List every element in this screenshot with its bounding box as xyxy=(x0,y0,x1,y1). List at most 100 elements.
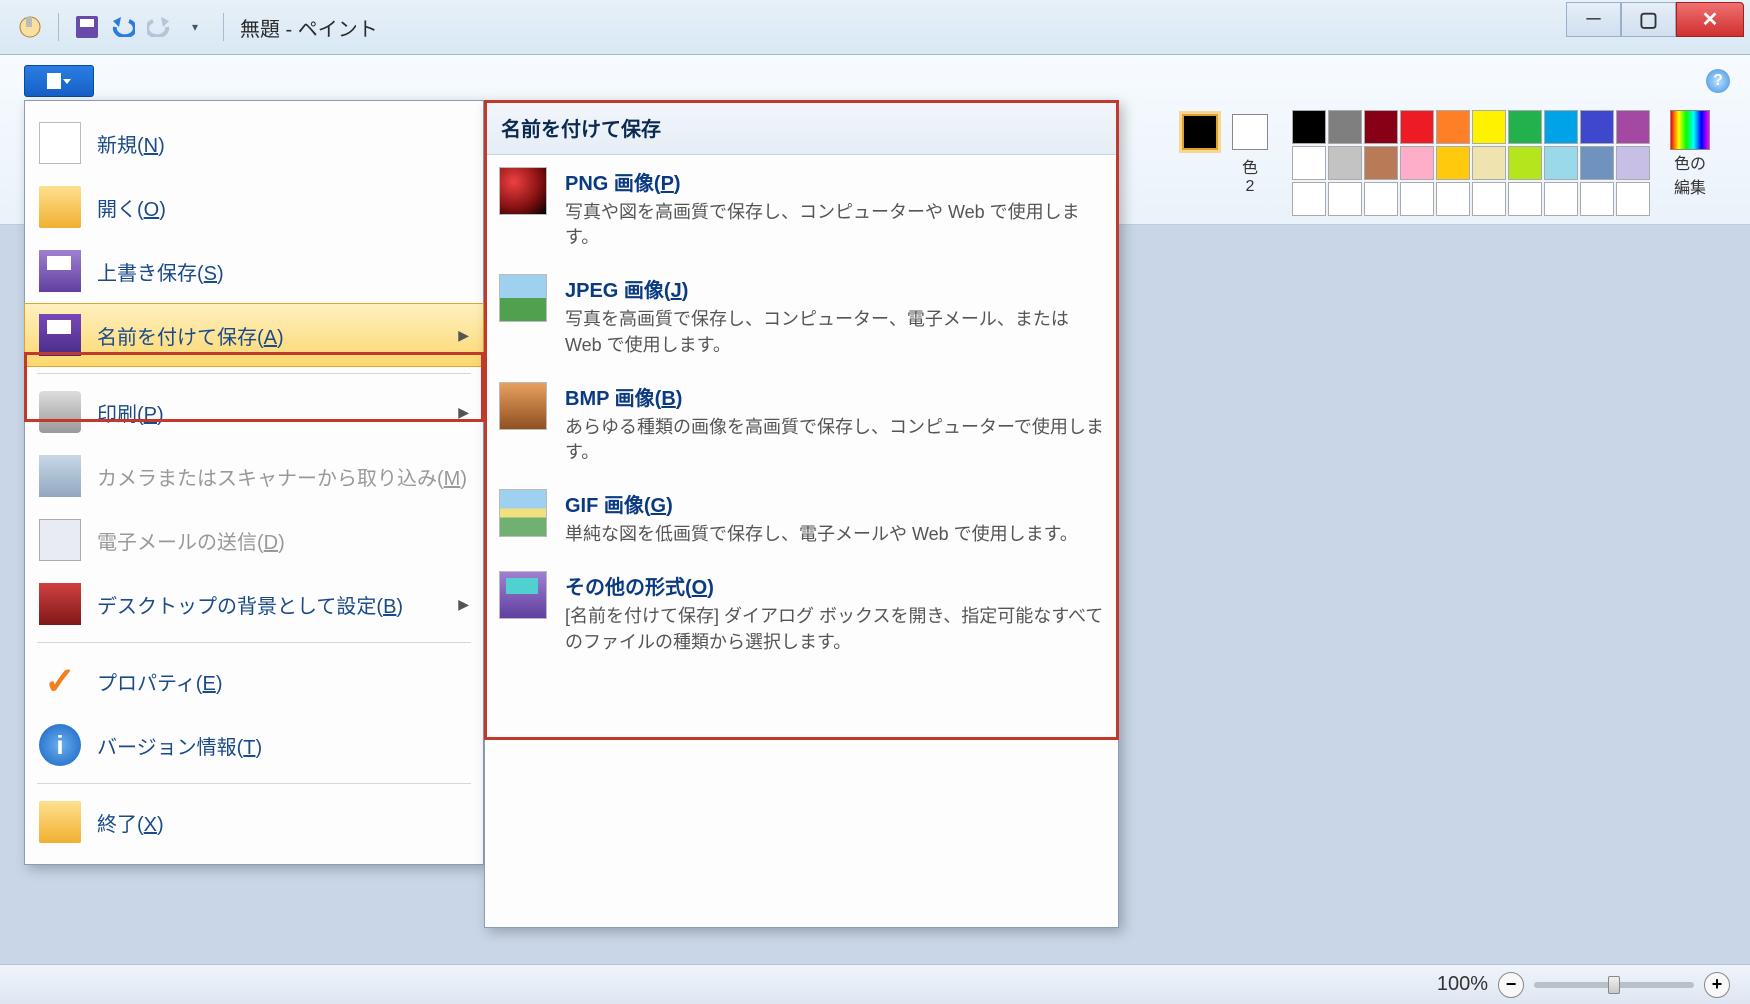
menu-from-scanner[interactable]: カメラまたはスキャナーから取り込み(M) xyxy=(25,444,483,508)
zoom-out-button[interactable]: − xyxy=(1498,972,1524,998)
palette-swatch[interactable] xyxy=(1436,110,1470,144)
printer-icon xyxy=(39,391,81,433)
window-title: 無題 - ペイント xyxy=(240,13,378,42)
menu-exit[interactable]: 終了(X) xyxy=(25,790,483,854)
save-as-bmp-title: BMP 画像(B) xyxy=(565,382,1104,411)
help-button[interactable]: ? xyxy=(1706,69,1730,93)
palette-swatch[interactable] xyxy=(1508,146,1542,180)
palette-swatch[interactable] xyxy=(1472,182,1506,216)
undo-icon[interactable] xyxy=(109,13,137,41)
palette-swatch[interactable] xyxy=(1400,110,1434,144)
palette-swatch[interactable] xyxy=(1616,110,1650,144)
palette-swatch[interactable] xyxy=(1400,182,1434,216)
palette-swatch[interactable] xyxy=(1436,146,1470,180)
zoom-level: 100% xyxy=(1437,973,1488,996)
palette-swatch[interactable] xyxy=(1364,146,1398,180)
menu-send-email[interactable]: 電子メールの送信(D) xyxy=(25,508,483,572)
menu-open[interactable]: 開く(O) xyxy=(25,175,483,239)
zoom-slider[interactable] xyxy=(1534,982,1694,988)
menu-separator xyxy=(37,783,471,784)
menu-separator xyxy=(37,642,471,643)
palette-swatch[interactable] xyxy=(1472,110,1506,144)
palette-swatch[interactable] xyxy=(1364,182,1398,216)
palette-swatch[interactable] xyxy=(1328,182,1362,216)
gif-icon xyxy=(499,489,547,537)
separator xyxy=(58,13,59,41)
menu-save[interactable]: 上書き保存(S) xyxy=(25,239,483,303)
palette-swatch[interactable] xyxy=(1292,110,1326,144)
palette-swatch[interactable] xyxy=(1544,146,1578,180)
app-icon xyxy=(16,13,44,41)
minimize-button[interactable]: ─ xyxy=(1566,2,1621,37)
zoom-in-button[interactable]: + xyxy=(1704,972,1730,998)
save-as-gif-desc: 単純な図を低画質で保存し、電子メールや Web で使用します。 xyxy=(565,522,1104,547)
gradient-icon xyxy=(1670,110,1710,150)
close-button[interactable]: ✕ xyxy=(1676,2,1744,37)
save-icon[interactable] xyxy=(73,13,101,41)
save-as-other-title: その他の形式(O) xyxy=(565,571,1104,600)
open-folder-icon xyxy=(39,186,81,228)
mail-icon xyxy=(39,519,81,561)
palette-swatch[interactable] xyxy=(1544,182,1578,216)
palette-swatch[interactable] xyxy=(1292,182,1326,216)
palette-swatch[interactable] xyxy=(1580,146,1614,180)
palette-swatch[interactable] xyxy=(1508,182,1542,216)
save-as-png-title: PNG 画像(P) xyxy=(565,167,1104,196)
color1-swatch[interactable] xyxy=(1178,110,1222,196)
color2-label: 色 2 xyxy=(1228,154,1272,196)
maximize-button[interactable]: ▢ xyxy=(1621,2,1676,37)
palette-swatch[interactable] xyxy=(1544,110,1578,144)
edit-colors-label: 色の 編集 xyxy=(1670,150,1710,198)
save-as-jpeg-desc: 写真を高画質で保存し、コンピューター、電子メール、または Web で使用します。 xyxy=(565,307,1104,357)
menu-new[interactable]: 新規(N) xyxy=(25,111,483,175)
scanner-icon xyxy=(39,455,81,497)
redo-icon[interactable] xyxy=(145,13,173,41)
palette-swatch[interactable] xyxy=(1292,146,1326,180)
submenu-arrow-icon: ▶ xyxy=(458,596,469,613)
other-format-icon xyxy=(499,571,547,619)
palette-swatch[interactable] xyxy=(1508,110,1542,144)
save-as-bmp-desc: あらゆる種類の画像を高画質で保存し、コンピューターで使用します。 xyxy=(565,415,1104,465)
save-as-bmp[interactable]: BMP 画像(B) あらゆる種類の画像を高画質で保存し、コンピューターで使用しま… xyxy=(485,370,1118,477)
edit-colors-button[interactable]: 色の 編集 xyxy=(1670,110,1710,198)
save-as-icon xyxy=(39,314,81,356)
palette-swatch[interactable] xyxy=(1616,146,1650,180)
palette-swatch[interactable] xyxy=(1580,182,1614,216)
separator xyxy=(223,13,224,41)
submenu-arrow-icon: ▶ xyxy=(458,404,469,421)
info-icon: i xyxy=(39,724,81,766)
file-menu-button[interactable] xyxy=(24,65,94,97)
menu-separator xyxy=(37,373,471,374)
palette-swatch[interactable] xyxy=(1364,110,1398,144)
menu-about[interactable]: i バージョン情報(T) xyxy=(25,713,483,777)
quick-access-toolbar: ▾ xyxy=(6,13,230,41)
palette-swatch[interactable] xyxy=(1472,146,1506,180)
palette-swatch[interactable] xyxy=(1400,146,1434,180)
checkmark-icon: ✓ xyxy=(39,660,81,702)
palette-swatch[interactable] xyxy=(1616,182,1650,216)
submenu-header: 名前を付けて保存 xyxy=(485,101,1118,155)
desktop-icon xyxy=(39,583,81,625)
color2-swatch[interactable]: 色 2 xyxy=(1228,110,1272,196)
palette-swatch[interactable] xyxy=(1436,182,1470,216)
save-as-other[interactable]: その他の形式(O) [名前を付けて保存] ダイアログ ボックスを開き、指定可能な… xyxy=(485,559,1118,666)
palette-swatch[interactable] xyxy=(1580,110,1614,144)
save-icon xyxy=(39,250,81,292)
menu-save-as[interactable]: 名前を付けて保存(A) ▶ xyxy=(24,303,484,367)
save-as-jpeg[interactable]: JPEG 画像(J) 写真を高画質で保存し、コンピューター、電子メール、または … xyxy=(485,262,1118,369)
menu-properties[interactable]: ✓ プロパティ(E) xyxy=(25,649,483,713)
menu-set-desktop[interactable]: デスクトップの背景として設定(B) ▶ xyxy=(25,572,483,636)
palette-swatch[interactable] xyxy=(1328,110,1362,144)
status-bar: 100% − + xyxy=(0,964,1750,1004)
save-as-gif[interactable]: GIF 画像(G) 単純な図を低画質で保存し、電子メールや Web で使用します… xyxy=(485,477,1118,559)
png-icon xyxy=(499,167,547,215)
palette-swatch[interactable] xyxy=(1328,146,1362,180)
zoom-slider-thumb[interactable] xyxy=(1608,976,1620,994)
menu-print[interactable]: 印刷(P) ▶ xyxy=(25,380,483,444)
qat-customize-icon[interactable]: ▾ xyxy=(181,13,209,41)
save-as-other-desc: [名前を付けて保存] ダイアログ ボックスを開き、指定可能なすべてのファイルの種… xyxy=(565,604,1104,654)
title-bar: ▾ 無題 - ペイント ─ ▢ ✕ xyxy=(0,0,1750,55)
save-as-png[interactable]: PNG 画像(P) 写真や図を高画質で保存し、コンピューターや Web で使用し… xyxy=(485,155,1118,262)
bmp-icon xyxy=(499,382,547,430)
color-palette[interactable] xyxy=(1292,110,1650,216)
